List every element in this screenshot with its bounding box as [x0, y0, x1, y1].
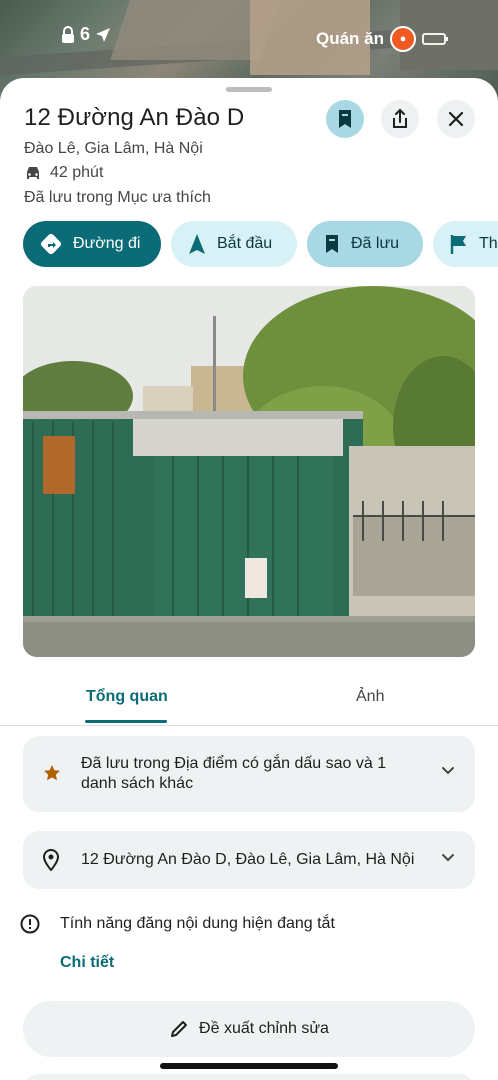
start-button[interactable]: Bắt đầu — [171, 221, 297, 267]
directions-label: Đường đi — [73, 235, 141, 252]
status-time: 6 — [80, 24, 91, 44]
flag-label: Th — [479, 235, 498, 252]
suggest-edit-label: Đề xuất chỉnh sửa — [199, 1020, 329, 1037]
saved-label: Đã lưu — [351, 235, 400, 252]
start-arrow-icon — [189, 234, 205, 254]
share-button[interactable] — [381, 100, 419, 138]
flag-button[interactable]: Th — [433, 221, 498, 267]
drive-time-row: 42 phút — [24, 164, 103, 182]
drive-time: 42 phút — [50, 164, 104, 181]
place-sheet: 12 Đường An Đào D Đào Lê, Gia Lâm, Hà Nộ… — [0, 78, 498, 1080]
location-pin-icon — [43, 849, 59, 871]
street-view-image — [23, 286, 475, 657]
close-icon — [448, 111, 464, 127]
action-chips: Đường đi Bắt đầu Đã lưu Th — [23, 221, 498, 269]
tab-photos[interactable]: Ảnh — [356, 688, 384, 706]
notice-text: Tính năng đăng nội dung hiện đang tắt — [60, 915, 335, 932]
place-address-line: Đào Lê, Gia Lâm, Hà Nội — [24, 140, 203, 157]
flag-icon — [450, 235, 466, 254]
place-tabs: Tổng quan Ảnh — [0, 676, 498, 726]
star-icon — [44, 765, 60, 781]
start-label: Bắt đầu — [217, 235, 273, 252]
saved-note: Đã lưu trong Mục ưa thích — [24, 189, 211, 206]
suggest-edit-button[interactable]: Đề xuất chỉnh sửa — [23, 1001, 475, 1057]
lock-icon — [62, 25, 74, 43]
app-label: Quán ăn — [315, 29, 384, 48]
tab-overview[interactable]: Tổng quan — [86, 688, 168, 706]
drag-handle[interactable] — [226, 87, 272, 92]
saved-lists-card[interactable]: Đã lưu trong Địa điểm có gắn dấu sao và … — [23, 736, 475, 812]
bookmark-icon — [326, 235, 338, 253]
close-button[interactable] — [437, 100, 475, 138]
saved-lists-text: Đã lưu trong Địa điểm có gắn dấu sao và … — [81, 755, 387, 792]
bookmark-button[interactable] — [326, 100, 364, 138]
bookmark-icon — [339, 110, 351, 128]
app-badge-icon: ● — [390, 26, 416, 52]
street-view-photo[interactable] — [23, 286, 475, 657]
next-card-peek — [23, 1074, 475, 1080]
directions-button[interactable]: Đường đi — [23, 221, 161, 267]
navigation-icon — [96, 27, 111, 42]
car-icon — [27, 167, 39, 179]
chevron-down-icon — [442, 854, 454, 862]
info-icon — [20, 914, 40, 934]
home-indicator[interactable] — [160, 1063, 338, 1069]
status-left: 6 — [60, 24, 112, 45]
status-bar: 6 Quán ăn ● — [0, 22, 498, 52]
full-address: 12 Đường An Đào D, Đào Lê, Gia Lâm, Hà N… — [81, 851, 415, 868]
chevron-down-icon — [442, 767, 454, 775]
share-icon — [393, 108, 407, 128]
details-link[interactable]: Chi tiết — [60, 954, 114, 972]
saved-button[interactable]: Đã lưu — [307, 221, 423, 267]
address-card[interactable]: 12 Đường An Đào D, Đào Lê, Gia Lâm, Hà N… — [23, 831, 475, 889]
posting-disabled-notice: Tính năng đăng nội dung hiện đang tắt — [20, 914, 335, 934]
tab-active-indicator — [85, 720, 167, 723]
battery-icon — [422, 33, 448, 45]
status-right: Quán ăn ● — [315, 26, 448, 52]
directions-icon — [40, 233, 62, 255]
edit-pencil-icon — [171, 1021, 188, 1037]
place-title: 12 Đường An Đào D — [24, 104, 245, 131]
